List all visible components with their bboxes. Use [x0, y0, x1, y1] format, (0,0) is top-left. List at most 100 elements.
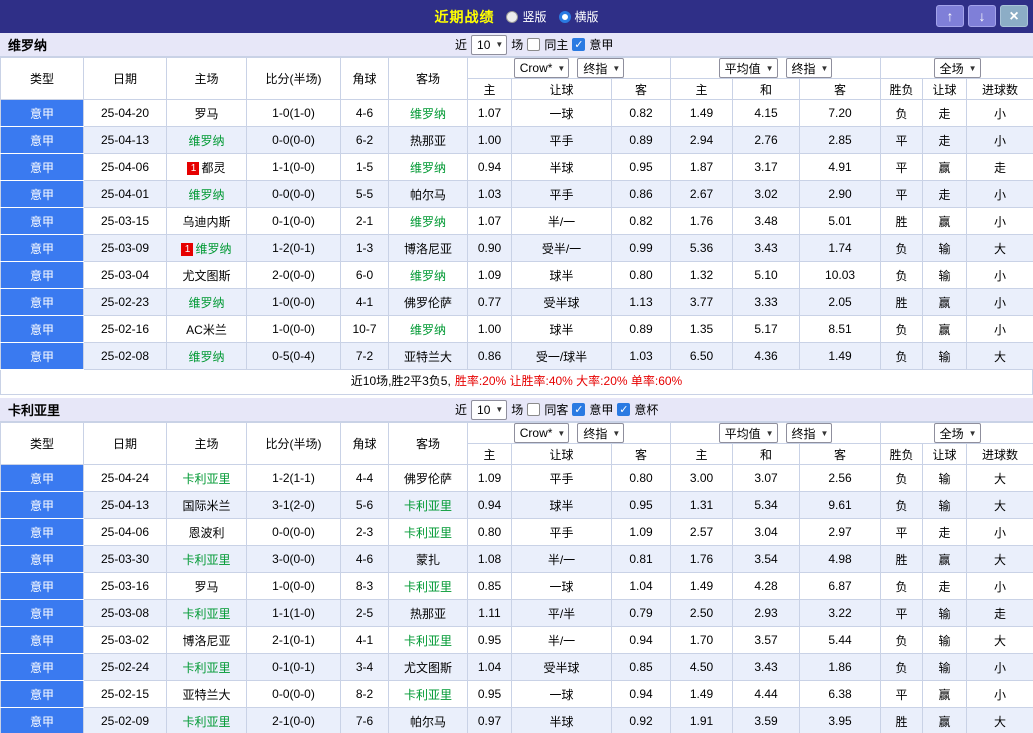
home-team-name: 卡利亚里: [182, 660, 231, 675]
date-cell: 25-02-15: [83, 680, 167, 708]
radio-icon[interactable]: [558, 10, 571, 23]
avg-home-cell: 1.76: [670, 545, 734, 573]
sub-column-header: 和: [732, 78, 801, 100]
avg-home-cell: 4.50: [670, 653, 734, 681]
filter-checkbox[interactable]: ✓: [617, 403, 631, 416]
odds-home-cell: 0.85: [467, 572, 512, 600]
odds-home-cell: 0.80: [467, 518, 512, 546]
average-select[interactable]: 平均值 ▼: [718, 58, 778, 78]
filter-checkbox[interactable]: ✓: [572, 403, 586, 416]
odds-source-select[interactable]: Crow* ▼: [513, 58, 570, 78]
section-header-bar: 维罗纳 近 10 ▼ 场 同主 ✓ 意甲: [0, 33, 1033, 57]
away-team-cell: 维罗纳: [388, 261, 468, 289]
league-cell: 意甲: [0, 234, 84, 262]
close-button[interactable]: ×: [1000, 5, 1028, 27]
avg-home-cell: 1.31: [670, 491, 734, 519]
date-cell: 25-03-30: [83, 545, 167, 573]
home-team-name: 乌迪内斯: [182, 214, 231, 229]
result-goals-cell: 小: [966, 572, 1033, 600]
odds-away-cell: 1.09: [610, 518, 672, 546]
radio-vertical-layout[interactable]: 竖版: [506, 8, 547, 25]
away-team-name: 维罗纳: [409, 214, 446, 229]
table-row: 意甲 25-03-02 博洛尼亚 2-1(0-1) 4-1 卡利亚里 0.95 半/一 0.94…: [0, 626, 1033, 654]
home-team-cell: 卡利亚里: [166, 707, 247, 733]
league-cell: 意甲: [0, 518, 84, 546]
radio-horizontal-layout[interactable]: 横版: [558, 8, 599, 25]
final-odds-select[interactable]: 终指 ▼: [577, 58, 625, 78]
result-winloss-cell: 平: [880, 126, 924, 154]
table-row: 意甲 25-04-24 卡利亚里 1-2(1-1) 4-4 佛罗伦萨 1.09 平手 0.80 3…: [0, 464, 1033, 492]
away-team-cell: 帕尔马: [388, 180, 468, 208]
league-cell: 意甲: [0, 653, 84, 681]
result-winloss-cell: 负: [880, 572, 924, 600]
avg-home-cell: 3.77: [670, 288, 734, 316]
date-cell: 25-04-06: [83, 153, 167, 181]
corners-cell: 2-3: [340, 518, 389, 546]
filter-checkbox[interactable]: ✓: [572, 38, 586, 51]
avg-away-cell: 9.61: [799, 491, 882, 519]
avg-away-cell: 5.44: [799, 626, 882, 654]
final-odds-select[interactable]: 终指 ▼: [577, 423, 625, 443]
sub-column-header: 客: [610, 78, 672, 100]
odds-home-cell: 0.77: [467, 288, 512, 316]
scope-select[interactable]: 全场 ▼: [933, 423, 981, 443]
avg-draw-cell: 3.04: [732, 518, 801, 546]
final-odds-select[interactable]: 终指 ▼: [785, 58, 833, 78]
scroll-up-button[interactable]: ↑: [936, 5, 964, 27]
home-team-name: 尤文图斯: [182, 268, 231, 283]
handicap-cell: 一球: [511, 572, 612, 600]
games-label: 场: [511, 403, 524, 417]
games-label: 场: [511, 38, 524, 52]
chevron-down-icon: ▼: [495, 40, 504, 49]
table-row: 意甲 25-02-08 维罗纳 0-5(0-4) 7-2 亚特兰大 0.86 受一/球半 1.0…: [0, 342, 1033, 370]
radio-icon[interactable]: [506, 10, 519, 23]
result-handicap-cell: 输: [922, 234, 968, 262]
filter-label: 意杯: [634, 403, 659, 417]
odds-group-header: 平均值 ▼ 终指 ▼: [670, 57, 882, 79]
date-cell: 25-04-13: [83, 491, 167, 519]
handicap-cell: 受半球: [511, 653, 612, 681]
away-team-name: 帕尔马: [409, 187, 446, 202]
sub-column-header: 主: [467, 78, 512, 100]
score-cell: 3-0(0-0): [246, 545, 341, 573]
odds-away-cell: 0.85: [610, 653, 672, 681]
final-odds-select[interactable]: 终指 ▼: [785, 423, 833, 443]
odds-away-cell: 0.86: [610, 180, 672, 208]
odds-group-selects: Crow* ▼ 终指 ▼: [469, 423, 670, 443]
odds-home-cell: 1.09: [467, 464, 512, 492]
scope-select-value: 全场: [939, 61, 964, 76]
recent-count-select[interactable]: 10 ▼: [471, 34, 508, 55]
corners-cell: 1-3: [340, 234, 389, 262]
odds-home-cell: 0.94: [467, 491, 512, 519]
avg-draw-cell: 3.48: [732, 207, 801, 235]
score-cell: 1-1(1-0): [246, 599, 341, 627]
corners-cell: 8-2: [340, 680, 389, 708]
table-row: 意甲 25-02-16 AC米兰 1-0(0-0) 10-7 维罗纳 1.00 球半 0.89 1…: [0, 315, 1033, 343]
league-cell: 意甲: [0, 599, 84, 627]
recent-count-select[interactable]: 10 ▼: [471, 399, 508, 420]
filter-checkbox[interactable]: [527, 403, 541, 416]
scope-select-value: 全场: [939, 426, 964, 441]
average-select[interactable]: 平均值 ▼: [718, 423, 778, 443]
away-team-cell: 热那亚: [388, 126, 468, 154]
table-row: 意甲 25-03-30 卡利亚里 3-0(0-0) 4-6 蒙扎 1.08 半/一 0.81 1.…: [0, 545, 1033, 573]
scope-select[interactable]: 全场 ▼: [933, 58, 981, 78]
avg-home-cell: 1.49: [670, 572, 734, 600]
summary-row: 近10场,胜2平3负5, 胜率:20% 让胜率:40% 大率:20% 单率:60%: [0, 370, 1033, 395]
column-header: 比分(半场): [246, 422, 341, 465]
home-team-cell: 亚特兰大: [166, 680, 247, 708]
date-cell: 25-04-13: [83, 126, 167, 154]
date-cell: 25-03-02: [83, 626, 167, 654]
scroll-down-button[interactable]: ↓: [968, 5, 996, 27]
odds-source-select[interactable]: Crow* ▼: [513, 423, 570, 443]
home-team-name: 博洛尼亚: [182, 633, 231, 648]
filter-checkbox[interactable]: [527, 38, 541, 51]
table-row: 意甲 25-02-15 亚特兰大 0-0(0-0) 8-2 卡利亚里 0.95 一球 0.94 1…: [0, 680, 1033, 708]
result-goals-cell: 大: [966, 342, 1033, 370]
corners-cell: 5-6: [340, 491, 389, 519]
league-cell: 意甲: [0, 261, 84, 289]
sub-column-header: 让球: [511, 78, 612, 100]
date-cell: 25-03-09: [83, 234, 167, 262]
result-winloss-cell: 负: [880, 626, 924, 654]
team-name: 维罗纳: [8, 38, 48, 53]
